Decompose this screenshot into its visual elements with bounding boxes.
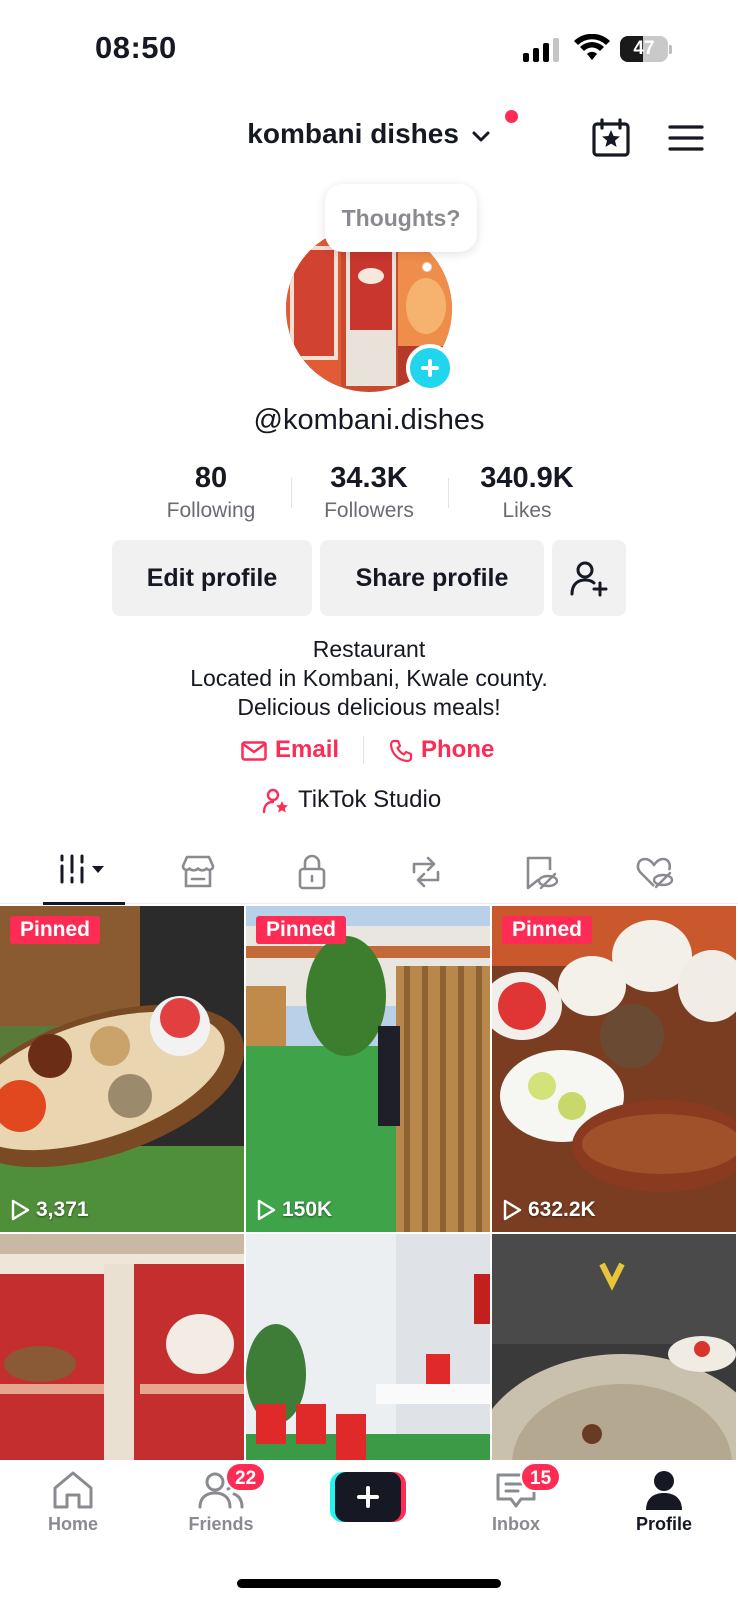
tab-private[interactable] [255, 848, 369, 904]
video-image [0, 906, 244, 1232]
home-indicator [237, 1579, 501, 1588]
nav-inbox[interactable]: Inbox 15 [456, 1462, 576, 1550]
active-tab-indicator [43, 902, 125, 905]
nav-home[interactable]: Home [13, 1470, 133, 1550]
add-friend-button[interactable] [552, 540, 626, 616]
signal-icon [523, 36, 561, 62]
phone-icon [389, 739, 413, 762]
view-count-text: 150K [282, 1198, 333, 1221]
stat-following[interactable]: 80 Following [131, 462, 291, 523]
view-count-text: 632.2K [528, 1198, 596, 1221]
tab-videos[interactable] [27, 848, 141, 905]
bio-line: Delicious delicious meals! [237, 694, 501, 720]
pinned-badge: Pinned [10, 916, 101, 944]
followers-count: 34.3K [330, 462, 408, 494]
followers-label: Followers [324, 499, 414, 522]
phone-link[interactable]: Phone [389, 732, 494, 768]
notification-dot [505, 110, 518, 123]
links-divider [363, 736, 364, 764]
likes-count: 340.9K [480, 462, 574, 494]
email-link[interactable]: Email [241, 732, 339, 768]
play-icon [257, 1200, 276, 1221]
shop-icon [181, 855, 215, 888]
stat-followers[interactable]: 34.3K Followers [289, 462, 449, 523]
view-count: 632.2K [502, 1198, 596, 1222]
heart-hidden-icon [636, 857, 674, 889]
nav-friends-label: Friends [188, 1514, 254, 1534]
profile-icon [646, 1471, 682, 1510]
video-image [492, 906, 736, 1232]
video-thumbnail[interactable]: Pinned 150K [246, 906, 490, 1232]
profile-username: @kombani.dishes [253, 404, 485, 436]
tab-liked[interactable] [597, 848, 711, 904]
edit-profile-button[interactable]: Edit profile [112, 540, 312, 616]
video-thumbnail[interactable]: Pinned 632.2K [492, 906, 736, 1232]
home-icon [53, 1471, 93, 1509]
thoughts-bubble[interactable]: Thoughts? [325, 184, 477, 252]
thoughts-bubble-tail [422, 262, 432, 272]
add-user-icon [570, 561, 608, 597]
stat-likes[interactable]: 340.9K Likes [447, 462, 607, 523]
calendar-star-icon[interactable] [591, 118, 631, 158]
tab-favorites[interactable] [483, 848, 597, 904]
friends-badge: 22 [225, 1462, 267, 1492]
tab-shop[interactable] [141, 848, 255, 904]
following-label: Following [166, 499, 256, 522]
nav-inbox-label: Inbox [492, 1514, 540, 1534]
add-story-button[interactable] [406, 344, 454, 392]
view-count-text: 3,371 [36, 1198, 89, 1221]
share-profile-button[interactable]: Share profile [320, 540, 544, 616]
phone-label: Phone [421, 736, 495, 763]
status-bar: 08:50 47 [0, 0, 738, 100]
bottom-nav: Home Friends 22 Inbox 15 Profile [0, 1460, 738, 1600]
bio-line: Located in Kombani, Kwale county. [190, 665, 548, 691]
bookmark-hidden-icon [526, 856, 559, 890]
email-icon [241, 740, 267, 761]
view-count: 150K [256, 1198, 332, 1222]
lock-icon [298, 854, 326, 890]
video-image [246, 906, 490, 1232]
play-icon [11, 1200, 30, 1221]
tiktok-studio-link[interactable]: TikTok Studio [262, 782, 441, 818]
email-label: Email [275, 736, 340, 763]
view-count: 3,371 [10, 1198, 89, 1222]
following-count: 80 [194, 462, 228, 494]
status-time: 08:50 [95, 30, 177, 65]
nav-home-label: Home [47, 1514, 98, 1534]
battery-percent: 47 [633, 38, 655, 59]
video-thumbnail[interactable]: Pinned 3,371 [0, 906, 244, 1232]
nav-profile-label: Profile [635, 1514, 692, 1534]
nav-profile[interactable]: Profile [604, 1470, 724, 1550]
pinned-badge: Pinned [502, 916, 593, 944]
bio-line: Restaurant [312, 636, 426, 662]
studio-label: TikTok Studio [298, 786, 442, 813]
videos-icon [60, 854, 104, 884]
pinned-badge: Pinned [256, 916, 347, 944]
repost-icon [412, 856, 440, 888]
play-icon [503, 1200, 522, 1221]
chevron-down-icon [472, 131, 490, 142]
battery-icon: 47 [620, 36, 672, 62]
likes-label: Likes [502, 499, 552, 522]
plus-icon [335, 1472, 401, 1522]
inbox-badge: 15 [520, 1462, 562, 1492]
menu-icon[interactable] [666, 118, 706, 158]
wifi-icon [574, 34, 610, 60]
studio-icon [262, 788, 288, 813]
create-button[interactable] [330, 1472, 406, 1522]
tab-reposts[interactable] [369, 848, 483, 904]
nav-friends[interactable]: Friends 22 [161, 1462, 281, 1550]
content-tabs [0, 848, 738, 905]
account-name: kombani dishes [247, 118, 459, 149]
